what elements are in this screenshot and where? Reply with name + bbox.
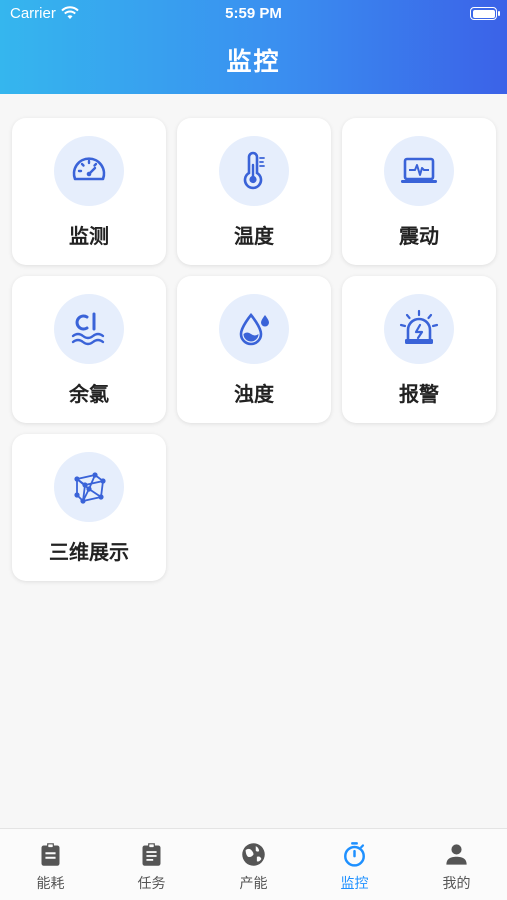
tab-profile[interactable]: 我的 xyxy=(406,829,507,900)
header-bar: Carrier 5:59 PM 监控 xyxy=(0,0,507,94)
page-title: 监控 xyxy=(226,47,281,76)
card-label: 监测 xyxy=(69,224,109,248)
tab-label: 我的 xyxy=(442,876,471,892)
card-turbidity[interactable]: 浊度 xyxy=(177,276,331,423)
tab-tasks[interactable]: 任务 xyxy=(101,829,202,900)
tab-label: 产能 xyxy=(239,876,268,892)
card-chlorine[interactable]: 余氯 xyxy=(12,276,166,423)
chlorine-icon xyxy=(54,294,124,364)
card-alarm[interactable]: 报警 xyxy=(342,276,496,423)
person-icon xyxy=(446,844,467,865)
tab-energy[interactable]: 能耗 xyxy=(0,829,101,900)
water-drop-icon xyxy=(219,294,289,364)
gauge-icon xyxy=(54,136,124,206)
stopwatch-icon xyxy=(344,842,365,867)
card-label: 三维展示 xyxy=(49,540,129,564)
card-3d-view[interactable]: 三维展示 xyxy=(12,434,166,581)
card-label: 余氯 xyxy=(69,382,109,406)
tab-label: 能耗 xyxy=(36,876,65,892)
alarm-siren-icon xyxy=(384,294,454,364)
tab-monitor[interactable]: 监控 xyxy=(304,829,405,900)
clock-time: 5:59 PM xyxy=(225,5,282,22)
clipboard-icon xyxy=(41,843,60,866)
tab-label: 监控 xyxy=(340,876,369,892)
status-bar: Carrier 5:59 PM xyxy=(0,0,507,30)
card-vibration[interactable]: 震动 xyxy=(342,118,496,265)
card-label: 浊度 xyxy=(234,382,274,406)
card-temperature[interactable]: 温度 xyxy=(177,118,331,265)
thermometer-icon xyxy=(219,136,289,206)
battery-icon xyxy=(470,7,500,20)
card-label: 震动 xyxy=(399,224,439,248)
card-monitoring[interactable]: 监测 xyxy=(12,118,166,265)
tab-label: 任务 xyxy=(137,876,166,892)
cube-3d-icon xyxy=(54,452,124,522)
card-label: 温度 xyxy=(234,224,274,248)
bottom-tab-bar: 能耗 任务 产能 监控 我的 xyxy=(0,828,507,900)
tab-capacity[interactable]: 产能 xyxy=(203,829,304,900)
card-label: 报警 xyxy=(399,382,439,406)
vibration-monitor-icon xyxy=(384,136,454,206)
clipboard-list-icon xyxy=(142,843,161,866)
globe-icon xyxy=(242,843,265,866)
